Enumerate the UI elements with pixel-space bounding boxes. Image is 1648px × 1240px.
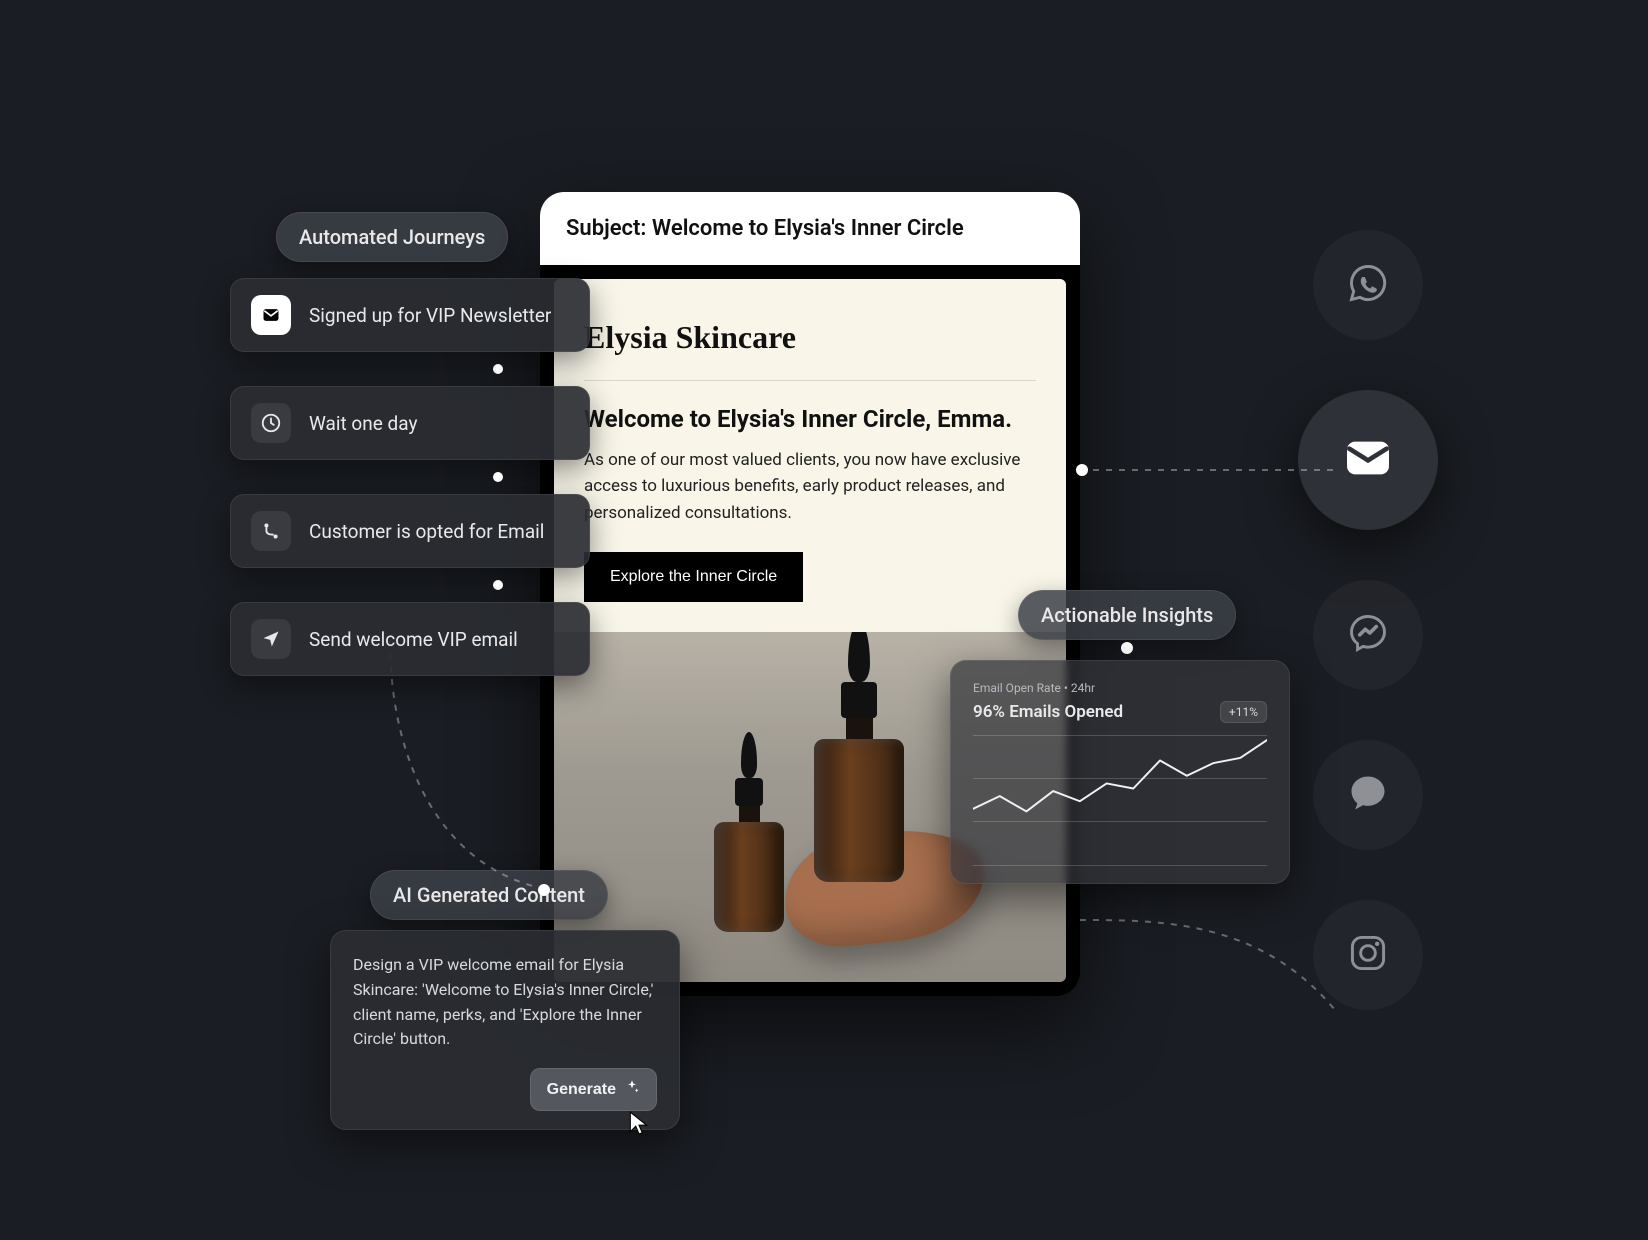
journey-step-label: Send welcome VIP email [309,628,518,651]
automated-journeys-label: Automated Journeys [276,212,508,262]
channel-chat[interactable] [1313,740,1423,850]
insights-title: 96% Emails Opened [973,702,1123,722]
instagram-icon [1346,931,1390,979]
email-body-text: As one of our most valued clients, you n… [584,447,1036,526]
mail-icon [1340,430,1396,490]
sparkle-icon [624,1079,640,1100]
clock-icon [251,403,291,443]
email-headline: Welcome to Elysia's Inner Circle, Emma. [584,405,1036,433]
actionable-insights-label: Actionable Insights [1018,590,1236,640]
branch-icon [251,511,291,551]
ai-prompt-text: Design a VIP welcome email for Elysia Sk… [353,953,657,1052]
channel-list [1298,230,1438,1010]
email-subject: Subject: Welcome to Elysia's Inner Circl… [540,192,1080,265]
send-icon [251,619,291,659]
generate-button[interactable]: Generate [530,1068,657,1111]
email-brand: Elysia Skincare [584,319,1036,380]
insights-delta-badge: +11% [1220,701,1267,723]
journey-steps: Signed up for VIP Newsletter Wait one da… [230,278,590,676]
channel-email[interactable] [1298,390,1438,530]
journey-step-send[interactable]: Send welcome VIP email [230,602,590,676]
explore-button[interactable]: Explore the Inner Circle [584,552,803,602]
channel-messenger[interactable] [1313,580,1423,690]
subject-text: Welcome to Elysia's Inner Circle [652,216,964,241]
chat-icon [1346,771,1390,819]
messenger-icon [1346,611,1390,659]
journey-step-label: Wait one day [309,412,417,435]
divider [584,380,1036,381]
insights-subtitle: Email Open Rate • 24hr [973,681,1267,695]
cursor-icon [628,1110,650,1140]
subject-prefix: Subject: [566,216,652,241]
ai-prompt-card: Design a VIP welcome email for Elysia Sk… [330,930,680,1130]
insights-card: Email Open Rate • 24hr 96% Emails Opened… [950,660,1290,884]
generate-label: Generate [547,1081,616,1099]
mail-icon [251,295,291,335]
journey-step-wait[interactable]: Wait one day [230,386,590,460]
open-rate-chart [973,735,1267,865]
whatsapp-icon [1346,261,1390,309]
journey-step-label: Customer is opted for Email [309,520,544,543]
channel-whatsapp[interactable] [1313,230,1423,340]
ai-generated-content-label: AI Generated Content [370,870,608,920]
journey-step-signup[interactable]: Signed up for VIP Newsletter [230,278,590,352]
channel-instagram[interactable] [1313,900,1423,1010]
journey-step-label: Signed up for VIP Newsletter [309,304,551,327]
journey-step-optin[interactable]: Customer is opted for Email [230,494,590,568]
